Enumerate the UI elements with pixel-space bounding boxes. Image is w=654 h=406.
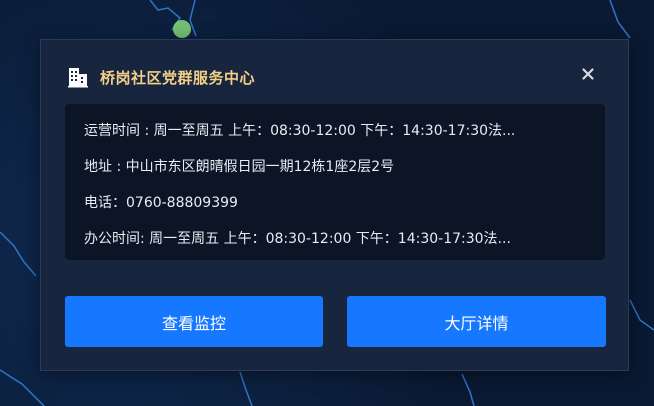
info-row-office-hours: 办公时间: 周一至周五 上午：08:30-12:00 下午：14:30-17:3… [65, 220, 605, 256]
hall-details-button[interactable]: 大厅详情 [347, 296, 606, 347]
address-text: 地址 : 中山市东区朗晴假日园一期12栋1座2层2号 [84, 159, 395, 175]
operating-hours-text: 运营时间 : 周一至周五 上午：08:30-12:00 下午：14:30-17:… [84, 123, 516, 139]
map-marker[interactable] [173, 20, 191, 38]
info-row-phone: 电话：0760-88809399 [65, 184, 605, 220]
info-popup: 桥岗社区党群服务中心 运营时间 : 周一至周五 上午：08:30-12:00 下… [40, 39, 629, 371]
building-icon [65, 64, 91, 90]
office-hours-text: 办公时间: 周一至周五 上午：08:30-12:00 下午：14:30-17:3… [84, 231, 511, 247]
close-icon [582, 68, 594, 80]
phone-text: 电话：0760-88809399 [84, 195, 238, 211]
info-box: 运营时间 : 周一至周五 上午：08:30-12:00 下午：14:30-17:… [65, 104, 605, 260]
popup-header: 桥岗社区党群服务中心 [65, 62, 255, 92]
info-row-operating-hours: 运营时间 : 周一至周五 上午：08:30-12:00 下午：14:30-17:… [65, 112, 605, 148]
popup-title: 桥岗社区党群服务中心 [100, 68, 256, 87]
info-row-address: 地址 : 中山市东区朗晴假日园一期12栋1座2层2号 [65, 148, 605, 184]
view-monitor-button[interactable]: 查看监控 [65, 296, 323, 347]
close-button[interactable] [578, 64, 598, 84]
